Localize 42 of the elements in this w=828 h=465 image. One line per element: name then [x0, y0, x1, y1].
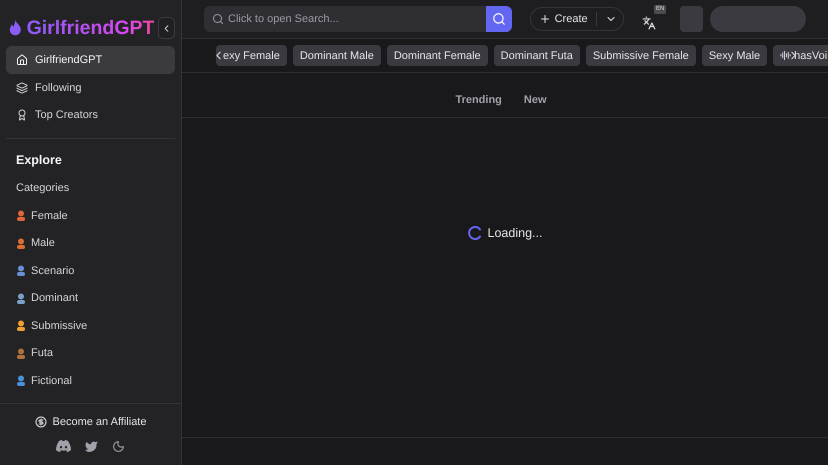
- moon-icon[interactable]: [112, 440, 125, 453]
- sidebar-item[interactable]: Following: [6, 74, 175, 102]
- tag-chip[interactable]: Dominant Female: [386, 45, 488, 66]
- tag-chip[interactable]: Submissive Female: [586, 45, 696, 66]
- flame-icon: [8, 19, 23, 37]
- categories-label: Categories: [15, 181, 70, 196]
- category-item[interactable]: Female: [0, 202, 181, 230]
- tag-chip[interactable]: exy Female: [216, 45, 287, 66]
- skeleton-square: [680, 6, 704, 32]
- section-title: Explore: [15, 152, 63, 169]
- loading-text: Loading...: [488, 226, 542, 240]
- award-icon: [16, 109, 28, 121]
- stack-icon: [16, 82, 28, 94]
- create-button[interactable]: Create: [530, 7, 624, 31]
- tag-chip[interactable]: Dominant Futa: [494, 45, 580, 66]
- category-item[interactable]: Submissive: [0, 312, 181, 340]
- translate-icon: [642, 16, 656, 30]
- twitter-icon[interactable]: [85, 440, 98, 453]
- plus-icon: [538, 13, 551, 25]
- voice-icon: [780, 50, 792, 61]
- home-icon: [16, 54, 28, 66]
- category-item[interactable]: Male: [0, 230, 181, 257]
- tag-chip[interactable]: hasVoi: [773, 45, 828, 66]
- tag-chip[interactable]: Dominant Male: [292, 45, 381, 66]
- search-field[interactable]: Click to open Search...: [204, 6, 486, 32]
- search-button[interactable]: [486, 6, 512, 32]
- category-item[interactable]: Dominant: [0, 284, 181, 312]
- search-icon: [492, 12, 506, 26]
- sidebar-item[interactable]: GirlfriendGPT: [6, 46, 175, 74]
- category-item[interactable]: Futa: [0, 340, 181, 367]
- dollar-icon: [34, 416, 47, 428]
- collapse-button[interactable]: [158, 17, 175, 39]
- tag-chip[interactable]: Sexy Male: [702, 45, 768, 66]
- discord-icon[interactable]: [56, 440, 71, 452]
- tab[interactable]: Trending: [455, 90, 502, 112]
- affiliate-link[interactable]: Become an Affiliate: [34, 416, 146, 428]
- spinner-icon: [468, 226, 482, 240]
- category-item[interactable]: Fictional: [0, 367, 181, 394]
- sidebar-item[interactable]: Top Creators: [6, 101, 175, 129]
- tab[interactable]: New: [524, 90, 547, 112]
- search-icon: [212, 13, 224, 25]
- category-item[interactable]: Scenario: [0, 257, 181, 284]
